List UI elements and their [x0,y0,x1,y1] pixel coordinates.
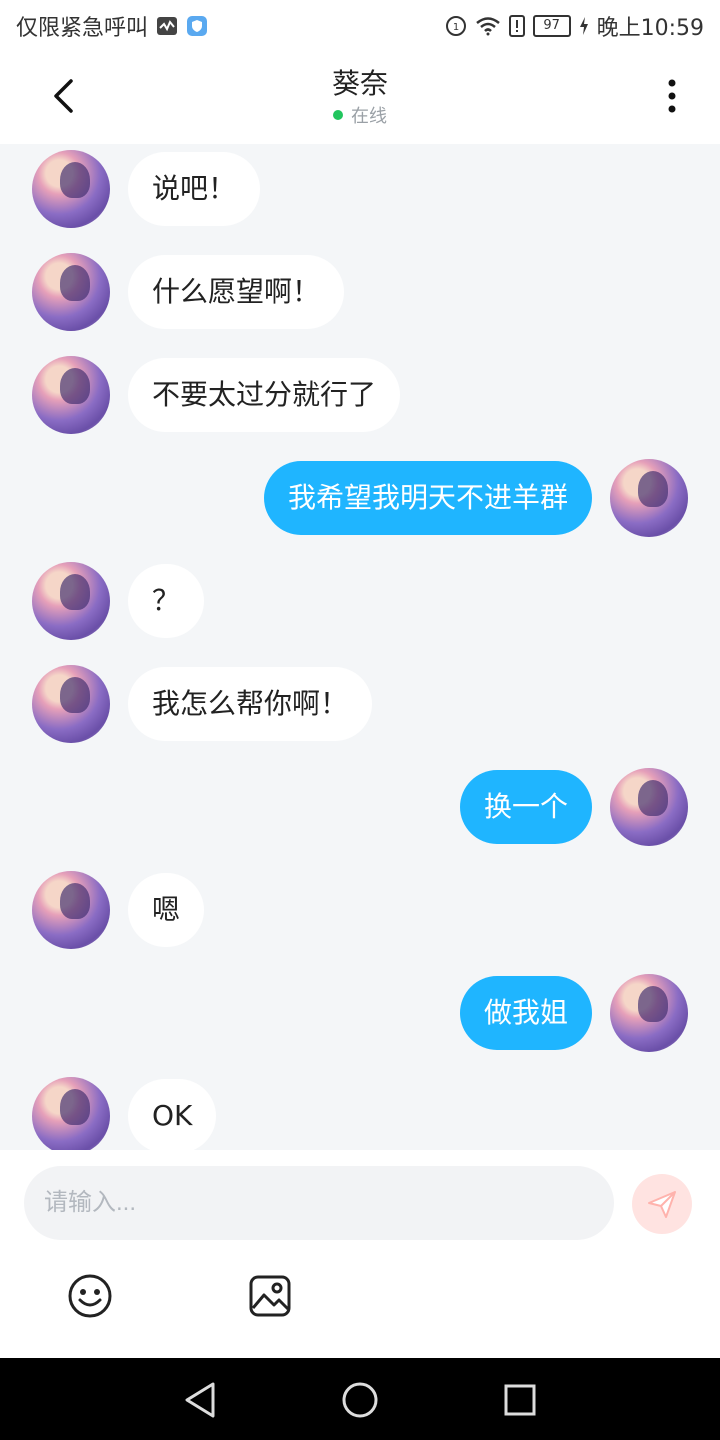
my-avatar[interactable] [610,459,688,537]
square-recents-icon [504,1384,536,1416]
more-options-button[interactable] [652,72,692,120]
message-row: ？ [0,560,720,642]
message-row: OK [0,1075,720,1150]
shield-icon [186,15,208,37]
online-status: 在线 [0,102,720,128]
status-time: 晚上10:59 [596,16,704,41]
smiley-icon [68,1274,112,1318]
my-avatar[interactable] [610,974,688,1052]
message-composer [0,1150,720,1358]
contact-avatar[interactable] [32,356,110,434]
hd-icon: 1 [445,15,467,37]
contact-avatar[interactable] [32,665,110,743]
my-avatar[interactable] [610,768,688,846]
nav-home-button[interactable] [338,1378,382,1422]
triangle-back-icon [185,1382,215,1418]
status-left: 仅限紧急呼叫 [16,10,208,42]
contact-avatar[interactable] [32,1077,110,1150]
contact-avatar[interactable] [32,253,110,331]
contact-avatar[interactable] [32,150,110,228]
status-right: 1 97 晚上10:59 [445,10,704,42]
message-row: 我希望我明天不进羊群 [0,457,720,539]
image-picker-button[interactable] [246,1272,294,1320]
nav-recents-button[interactable] [498,1378,542,1422]
outgoing-message-bubble[interactable]: 换一个 [459,770,592,844]
nav-back-button[interactable] [178,1378,222,1422]
message-row: 不要太过分就行了 [0,354,720,436]
incoming-message-bubble[interactable]: ？ [128,564,205,638]
status-bar: 仅限紧急呼叫 1 97 晚上10:59 [0,0,720,50]
message-row: 做我姐 [0,972,720,1054]
battery-indicator: 97 [532,15,571,37]
send-button[interactable] [632,1174,692,1234]
message-input[interactable] [24,1166,614,1240]
send-icon [648,1191,676,1218]
incoming-message-bubble[interactable]: 嗯 [128,873,205,947]
charging-icon [579,16,589,36]
incoming-message-bubble[interactable]: 不要太过分就行了 [128,358,401,432]
message-row: 嗯 [0,869,720,951]
activity-icon [156,16,178,36]
carrier-text: 仅限紧急呼叫 [16,16,149,41]
incoming-message-bubble[interactable]: 我怎么帮你啊！ [128,667,373,741]
message-row: 换一个 [0,766,720,848]
message-row: 我怎么帮你啊！ [0,663,720,745]
incoming-message-bubble[interactable]: 说吧！ [128,152,261,226]
contact-avatar[interactable] [32,562,110,640]
system-nav-bar [0,1358,720,1440]
online-dot-icon [333,110,343,120]
outgoing-message-bubble[interactable]: 做我姐 [459,976,592,1050]
incoming-message-bubble[interactable]: 什么愿望啊！ [128,255,345,329]
contact-avatar[interactable] [32,871,110,949]
chat-message-list[interactable]: 说吧！ 什么愿望啊！ 不要太过分就行了 我希望我明天不进羊群 ？ 我怎么帮你啊！… [0,144,720,1150]
message-row: 什么愿望啊！ [0,251,720,333]
online-status-label: 在线 [351,106,387,127]
image-icon [249,1275,291,1317]
emoji-button[interactable] [66,1272,114,1320]
circle-home-icon [342,1382,378,1418]
svg-text:1: 1 [452,22,458,33]
outgoing-message-bubble[interactable]: 我希望我明天不进羊群 [263,461,592,535]
more-vertical-icon [668,79,676,113]
message-row: 说吧！ [0,148,720,230]
alert-icon [508,15,525,37]
wifi-icon [475,16,501,36]
incoming-message-bubble[interactable]: OK [128,1079,217,1150]
chat-header: 葵奈 在线 [0,50,720,144]
contact-name: 葵奈 [331,67,388,100]
